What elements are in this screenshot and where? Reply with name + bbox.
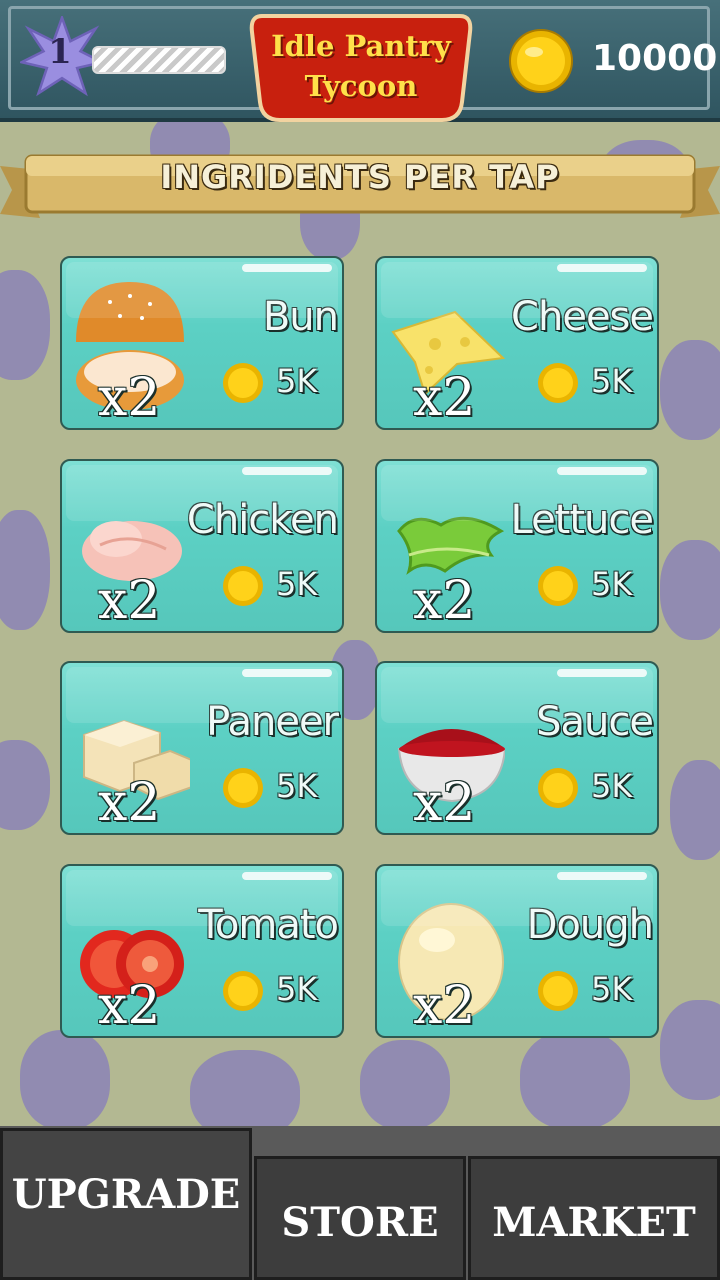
tab-store[interactable]: STORE <box>254 1156 466 1280</box>
ingredient-price: 5K <box>276 767 318 805</box>
ingredient-name: Tomato <box>198 902 339 948</box>
coin-icon <box>223 363 263 403</box>
tab-upgrade-label: UPGRADE <box>11 1171 241 1218</box>
section-title: INGRIDENTS PER TAP <box>160 158 560 196</box>
player-level: 1 <box>48 32 72 72</box>
ingredient-name: Bun <box>262 294 339 340</box>
ingredient-card-tomato[interactable]: Tomato 5K x2 <box>60 864 344 1038</box>
coin-icon <box>509 29 573 93</box>
coin-icon <box>223 566 263 606</box>
ingredient-price: 5K <box>591 565 633 603</box>
xp-progress-bar <box>92 46 226 74</box>
tab-market[interactable]: MARKET <box>468 1156 720 1280</box>
coin-icon <box>223 971 263 1011</box>
coin-icon <box>538 566 578 606</box>
ingredient-name: Paneer <box>206 699 339 745</box>
ingredient-card-paneer[interactable]: Paneer 5K x2 <box>60 661 344 835</box>
ingredient-card-bun[interactable]: Bun 5K x2 <box>60 256 344 430</box>
ingredient-multiplier: x2 <box>413 976 476 1036</box>
coin-icon <box>538 768 578 808</box>
tab-market-label: MARKET <box>492 1199 696 1246</box>
ingredient-card-chicken[interactable]: Chicken 5K x2 <box>60 459 344 633</box>
ingredient-multiplier: x2 <box>413 571 476 631</box>
coin-icon <box>538 363 578 403</box>
ingredient-name: Lettuce <box>510 497 654 543</box>
ingredient-price: 5K <box>591 970 633 1008</box>
ingredient-name: Dough <box>526 902 654 948</box>
ingredient-multiplier: x2 <box>98 976 161 1036</box>
ingredient-multiplier: x2 <box>98 571 161 631</box>
ingredient-multiplier: x2 <box>413 368 476 428</box>
ingredient-name: Cheese <box>511 294 654 340</box>
tab-upgrade[interactable]: UPGRADE <box>0 1128 252 1280</box>
ingredient-multiplier: x2 <box>98 368 161 428</box>
ingredient-card-dough[interactable]: Dough 5K x2 <box>375 864 659 1038</box>
coin-icon <box>223 768 263 808</box>
ingredient-price: 5K <box>276 970 318 1008</box>
ingredient-multiplier: x2 <box>98 773 161 833</box>
ingredient-card-cheese[interactable]: Cheese 5K x2 <box>375 256 659 430</box>
tab-store-label: STORE <box>281 1199 439 1246</box>
coin-balance: 10000 <box>592 38 718 79</box>
ingredient-price: 5K <box>276 362 318 400</box>
ingredient-card-sauce[interactable]: Sauce 5K x2 <box>375 661 659 835</box>
ingredient-card-lettuce[interactable]: Lettuce 5K x2 <box>375 459 659 633</box>
ingredient-price: 5K <box>591 767 633 805</box>
ingredient-name: Sauce <box>536 699 654 745</box>
game-title: Idle Pantry Tycoon <box>271 29 451 103</box>
ingredient-name: Chicken <box>186 497 339 543</box>
ingredient-price: 5K <box>591 362 633 400</box>
ingredient-price: 5K <box>276 565 318 603</box>
ingredient-multiplier: x2 <box>413 773 476 833</box>
coin-icon <box>538 971 578 1011</box>
